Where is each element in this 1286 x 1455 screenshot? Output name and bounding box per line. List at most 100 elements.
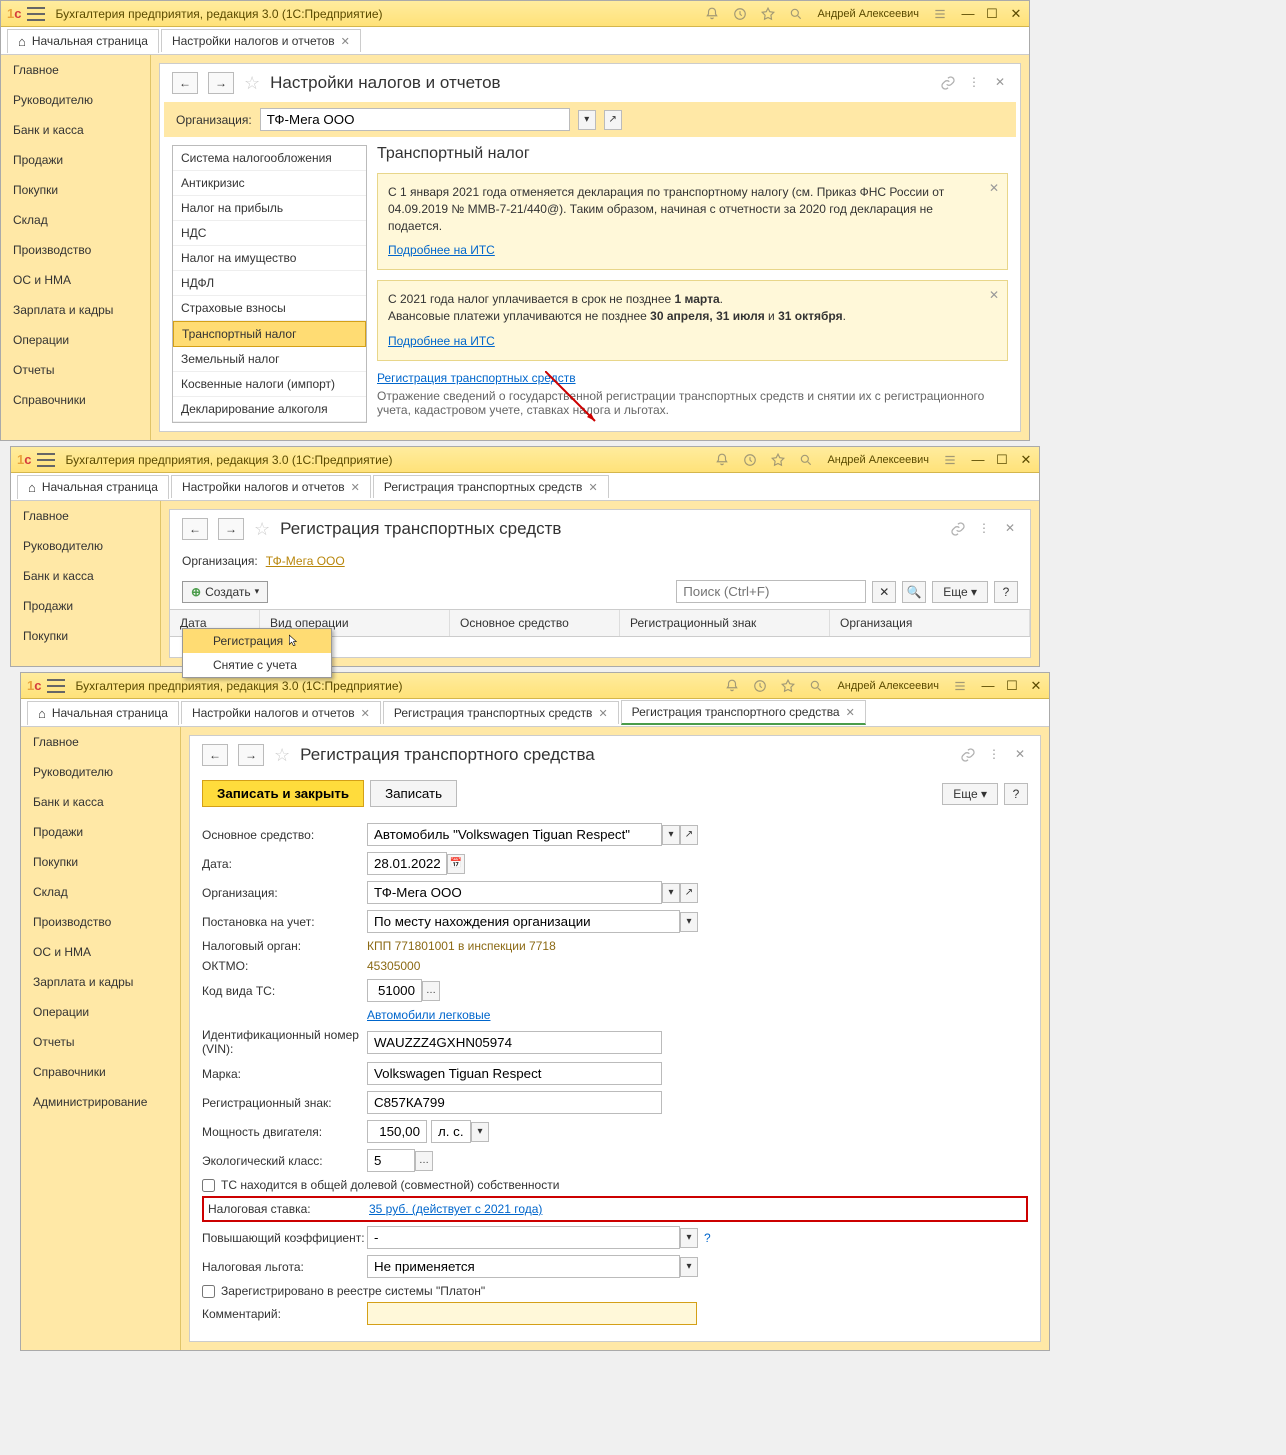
plate-input[interactable]: [367, 1091, 662, 1114]
nav-item[interactable]: Антикризис: [173, 171, 366, 196]
star-icon[interactable]: [761, 7, 775, 21]
sidebar-item[interactable]: Главное: [1, 55, 150, 85]
favorite-star-icon[interactable]: ☆: [244, 73, 260, 94]
dropdown-icon[interactable]: ▾: [680, 1228, 698, 1248]
tab-close-icon[interactable]: ✕: [846, 706, 855, 719]
sidebar-item[interactable]: ОС и НМА: [1, 265, 150, 295]
help-button[interactable]: ?: [994, 581, 1018, 603]
user-menu-icon[interactable]: [933, 7, 947, 21]
nav-back-button[interactable]: ←: [182, 518, 208, 540]
save-button[interactable]: Записать: [370, 780, 457, 807]
org-input[interactable]: [260, 108, 570, 131]
nav-forward-button[interactable]: →: [218, 518, 244, 540]
vin-input[interactable]: [367, 1031, 662, 1054]
date-input[interactable]: [367, 852, 447, 875]
its-link[interactable]: Подробнее на ИТС: [388, 243, 495, 257]
tab-home[interactable]: Начальная страница: [7, 29, 159, 53]
nav-item[interactable]: Земельный налог: [173, 347, 366, 372]
user-menu-icon[interactable]: [943, 453, 957, 467]
bell-icon[interactable]: [725, 679, 739, 693]
star-icon[interactable]: [771, 453, 785, 467]
link-icon[interactable]: [960, 747, 976, 763]
tab-home[interactable]: Начальная страница: [17, 475, 169, 499]
sidebar-item[interactable]: Справочники: [1, 385, 150, 415]
ellipsis-icon[interactable]: …: [415, 1151, 433, 1171]
close-pane-icon[interactable]: ✕: [1012, 747, 1028, 763]
dropdown-icon[interactable]: ▾: [662, 883, 680, 903]
nav-item-transport-tax[interactable]: Транспортный налог: [173, 321, 366, 347]
sidebar-item[interactable]: Продажи: [11, 591, 160, 621]
tab-close-icon[interactable]: ✕: [598, 707, 607, 720]
search-input[interactable]: [676, 580, 866, 603]
kebab-icon[interactable]: ⋮: [986, 747, 1002, 763]
sidebar-item[interactable]: Администрирование: [21, 1087, 180, 1117]
sidebar-item[interactable]: Справочники: [21, 1057, 180, 1087]
star-icon[interactable]: [781, 679, 795, 693]
th-asset[interactable]: Основное средство: [450, 610, 620, 636]
sidebar-item[interactable]: Покупки: [11, 621, 160, 651]
more-button[interactable]: Еще ▾: [942, 783, 998, 805]
sidebar-item[interactable]: Отчеты: [21, 1027, 180, 1057]
tab-tax-settings[interactable]: Настройки налогов и отчетов✕: [161, 29, 361, 52]
dropdown-icon[interactable]: ▾: [680, 1257, 698, 1277]
sidebar-item[interactable]: Отчеты: [1, 355, 150, 385]
org-value-link[interactable]: ТФ-Мега ООО: [266, 554, 345, 568]
benefit-input[interactable]: [367, 1255, 680, 1278]
link-icon[interactable]: [940, 75, 956, 91]
org-input[interactable]: [367, 881, 662, 904]
platon-checkbox[interactable]: [202, 1285, 215, 1298]
sidebar-item[interactable]: Руководителю: [1, 85, 150, 115]
sidebar-item[interactable]: Покупки: [21, 847, 180, 877]
dropdown-icon[interactable]: ▾: [471, 1122, 489, 1142]
close-icon[interactable]: ✕: [1009, 7, 1023, 21]
minimize-icon[interactable]: —: [961, 7, 975, 21]
close-icon[interactable]: ✕: [1029, 679, 1043, 693]
note-close-icon[interactable]: ✕: [989, 287, 999, 304]
open-icon[interactable]: ↗: [680, 883, 698, 903]
link-icon[interactable]: [950, 521, 966, 537]
nav-forward-button[interactable]: →: [208, 72, 234, 94]
maximize-icon[interactable]: ☐: [985, 7, 999, 21]
sidebar-item[interactable]: ОС и НМА: [21, 937, 180, 967]
sidebar-item[interactable]: Руководителю: [11, 531, 160, 561]
menu-item-registration[interactable]: Регистрация: [183, 629, 331, 653]
th-org[interactable]: Организация: [830, 610, 1030, 636]
th-plate[interactable]: Регистрационный знак: [620, 610, 830, 636]
more-button[interactable]: Еще ▾: [932, 581, 988, 603]
tab-close-icon[interactable]: ✕: [351, 481, 360, 494]
menu-item-unregister[interactable]: Снятие с учета: [183, 653, 331, 677]
its-link[interactable]: Подробнее на ИТС: [388, 334, 495, 348]
hamburger-icon[interactable]: [47, 679, 65, 693]
sidebar-item[interactable]: Покупки: [1, 175, 150, 205]
nav-item[interactable]: Налог на прибыль: [173, 196, 366, 221]
comment-input[interactable]: [367, 1302, 697, 1325]
user-name[interactable]: Андрей Алексеевич: [827, 454, 929, 466]
save-close-button[interactable]: Записать и закрыть: [202, 780, 364, 807]
sidebar-item[interactable]: Производство: [1, 235, 150, 265]
hamburger-icon[interactable]: [27, 7, 45, 21]
nav-back-button[interactable]: ←: [202, 744, 228, 766]
hamburger-icon[interactable]: [37, 453, 55, 467]
open-icon[interactable]: ↗: [680, 825, 698, 845]
dropdown-icon[interactable]: ▾: [662, 825, 680, 845]
close-pane-icon[interactable]: ✕: [1002, 521, 1018, 537]
sidebar-item[interactable]: Продажи: [1, 145, 150, 175]
help-button[interactable]: ?: [1004, 783, 1028, 805]
kebab-icon[interactable]: ⋮: [966, 75, 982, 91]
open-icon[interactable]: ↗: [604, 110, 622, 130]
favorite-star-icon[interactable]: ☆: [274, 745, 290, 766]
code-input[interactable]: [367, 979, 422, 1002]
search-clear-icon[interactable]: ✕: [872, 581, 896, 603]
create-button[interactable]: ⊕ Создать ▾: [182, 581, 268, 603]
sidebar-item[interactable]: Главное: [21, 727, 180, 757]
nav-item[interactable]: Страховые взносы: [173, 296, 366, 321]
sidebar-item[interactable]: Зарплата и кадры: [1, 295, 150, 325]
power-unit-input[interactable]: [431, 1120, 471, 1143]
user-name[interactable]: Андрей Алексеевич: [817, 8, 919, 20]
nav-item[interactable]: Налог на имущество: [173, 246, 366, 271]
minimize-icon[interactable]: —: [971, 453, 985, 467]
sidebar-item[interactable]: Операции: [1, 325, 150, 355]
search-go-icon[interactable]: 🔍: [902, 581, 926, 603]
history-icon[interactable]: [743, 453, 757, 467]
kebab-icon[interactable]: ⋮: [976, 521, 992, 537]
